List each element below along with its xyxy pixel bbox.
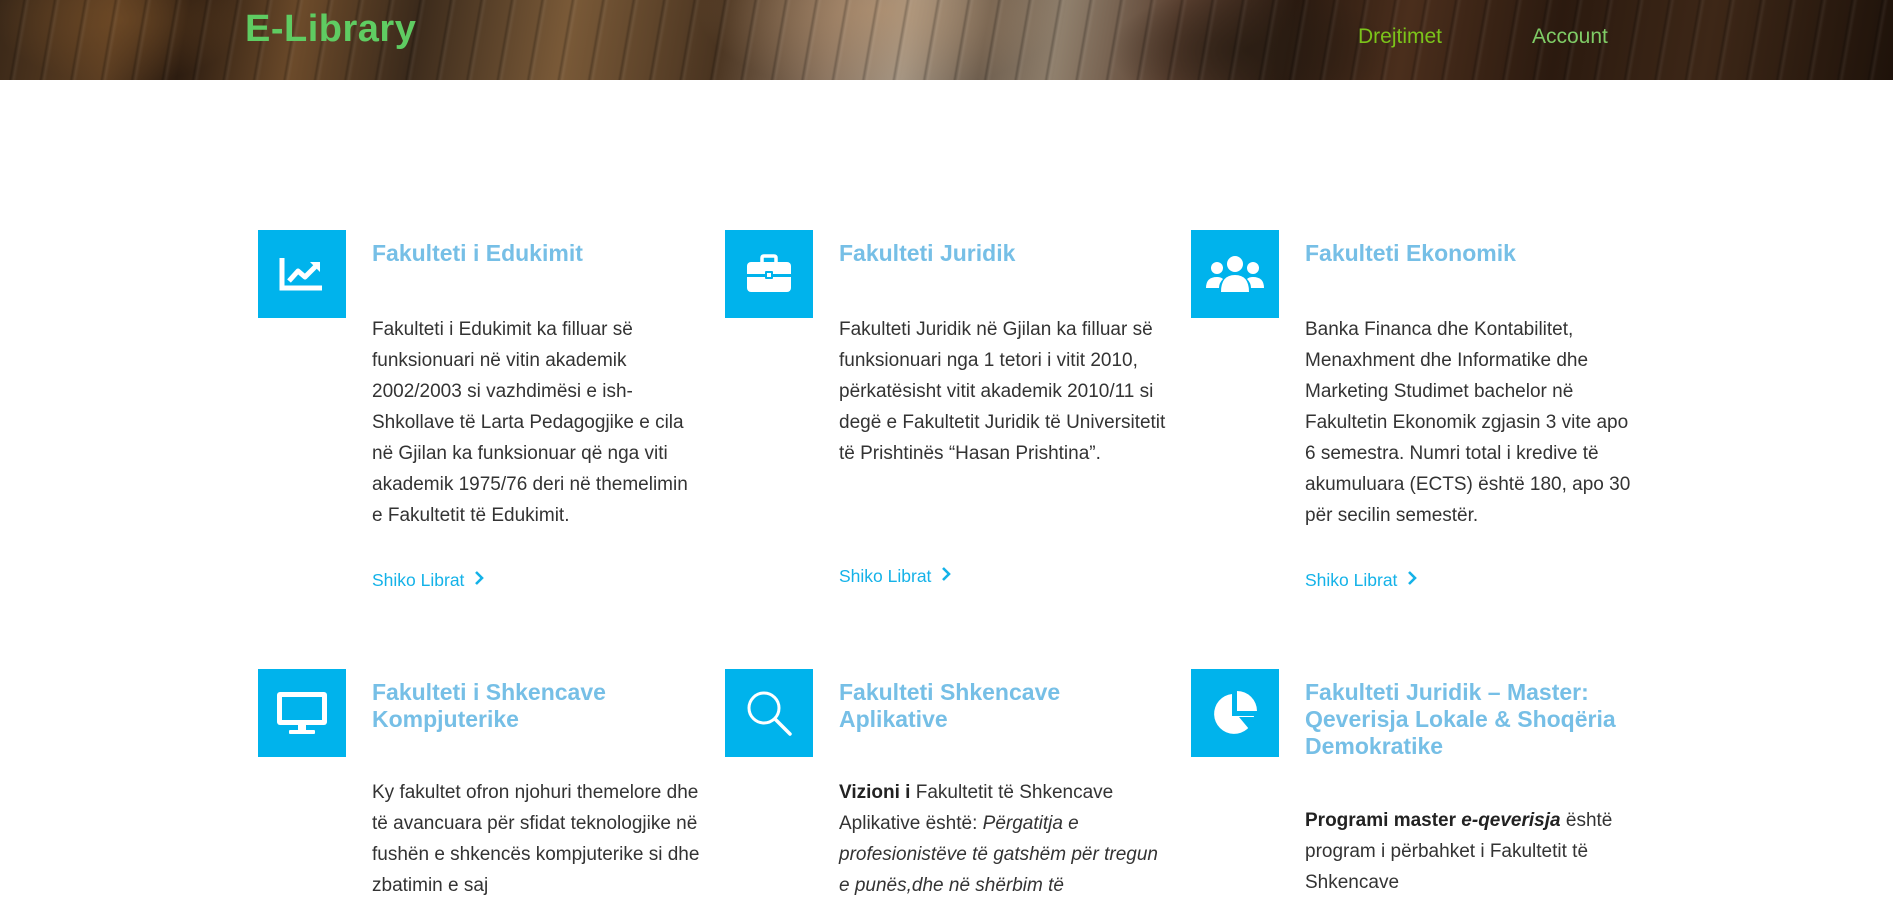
card-description: Banka Financa dhe Kontabilitet, Menaxhme… xyxy=(1305,319,1631,526)
card-title: Fakulteti Juridik xyxy=(839,240,1016,266)
desktop-icon xyxy=(258,669,346,757)
view-books-link[interactable]: Shiko Librat xyxy=(1305,570,1418,591)
link-label: Shiko Librat xyxy=(1305,570,1398,590)
card-description: Ky fakultet ofron njohuri themelore dhe … xyxy=(372,782,700,896)
pie-chart-icon xyxy=(1191,669,1279,757)
card-title: Fakulteti Ekonomik xyxy=(1305,240,1516,266)
nav-drejtimet[interactable]: Drejtimet xyxy=(1358,25,1442,49)
view-books-link[interactable]: Shiko Librat xyxy=(372,570,485,591)
text-bold: Vizioni i xyxy=(839,782,911,803)
text-bold-italic: e-qeverisja xyxy=(1461,810,1561,831)
briefcase-icon xyxy=(725,230,813,318)
card-description: Programi master e-qeverisja është progra… xyxy=(1305,805,1635,898)
users-icon xyxy=(1191,230,1279,318)
search-icon xyxy=(725,669,813,757)
card-description: Vizioni i Fakultetit të Shkencave Aplika… xyxy=(839,777,1169,901)
text-bold: Programi master xyxy=(1305,810,1462,831)
brand-logo[interactable]: E-Library xyxy=(245,8,416,51)
chevron-right-icon xyxy=(1407,570,1418,591)
header-banner: E-Library Drejtimet Account xyxy=(0,0,1893,80)
card-description: Fakulteti i Edukimit ka filluar së funks… xyxy=(372,319,688,526)
chevron-right-icon xyxy=(474,570,485,591)
nav-account[interactable]: Account xyxy=(1532,25,1608,49)
card-description: Fakulteti Juridik në Gjilan ka filluar s… xyxy=(839,319,1166,464)
card-title: Fakulteti Shkencave Aplikative xyxy=(839,679,1061,732)
card-title: Fakulteti Juridik – Master: Qeverisja Lo… xyxy=(1305,679,1616,759)
view-books-link[interactable]: Shiko Librat xyxy=(839,566,952,587)
card-title: Fakulteti i Edukimit xyxy=(372,240,583,266)
card-title: Fakulteti i Shkencave Kompjuterike xyxy=(372,679,606,732)
link-label: Shiko Librat xyxy=(839,566,932,586)
chart-line-icon xyxy=(258,230,346,318)
chevron-right-icon xyxy=(941,566,952,587)
link-label: Shiko Librat xyxy=(372,570,465,590)
